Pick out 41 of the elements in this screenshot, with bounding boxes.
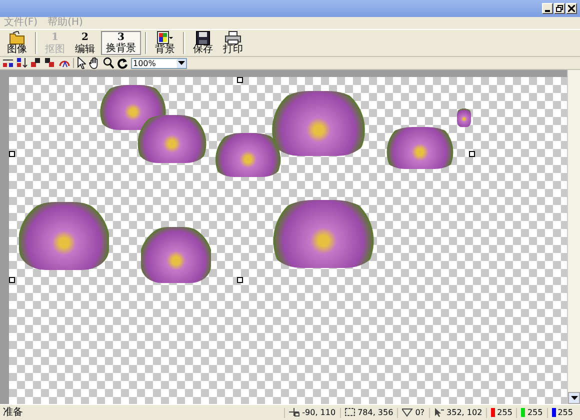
dropdown-arrow-icon[interactable] bbox=[177, 58, 186, 68]
selection-handle[interactable] bbox=[237, 277, 243, 283]
origin-icon bbox=[289, 408, 300, 417]
align-icon[interactable] bbox=[3, 58, 14, 68]
channel-value: 255 bbox=[527, 408, 543, 418]
close-icon bbox=[568, 5, 575, 12]
minimize-button[interactable] bbox=[542, 3, 553, 14]
status-value: -90, 110 bbox=[302, 408, 336, 418]
status-value: 352, 102 bbox=[446, 408, 482, 418]
restore-button[interactable] bbox=[554, 3, 565, 14]
flower-photo bbox=[141, 227, 211, 283]
channel-value: 255 bbox=[497, 408, 512, 418]
selection-handle[interactable] bbox=[469, 151, 475, 157]
toolbar-button[interactable]: 图像 bbox=[3, 31, 31, 55]
pointer-icon[interactable] bbox=[77, 57, 86, 69]
toolbar-button[interactable]: 背景 bbox=[151, 31, 179, 55]
toolbar-button[interactable]: 打印 bbox=[219, 31, 247, 55]
zoom-dropdown[interactable]: 100% bbox=[131, 58, 187, 68]
selection-handle[interactable] bbox=[237, 77, 243, 83]
scroll-down-icon[interactable] bbox=[568, 392, 580, 404]
close-button[interactable] bbox=[566, 3, 577, 14]
toolbar-button[interactable]: 2 编辑 bbox=[71, 31, 99, 55]
status-value: 0? bbox=[415, 408, 425, 418]
status-value: 784, 356 bbox=[358, 408, 394, 418]
folder-icon bbox=[9, 30, 25, 44]
flower-photo bbox=[99, 85, 167, 130]
hand-icon[interactable] bbox=[89, 57, 100, 69]
restore-icon bbox=[556, 5, 563, 12]
rotate-icon[interactable] bbox=[117, 57, 128, 69]
status-message: 准备 bbox=[3, 407, 23, 418]
channel-value: 255 bbox=[558, 408, 573, 418]
vertical-scrollbar[interactable] bbox=[567, 70, 580, 404]
size-icon bbox=[344, 408, 356, 417]
search-icon[interactable] bbox=[103, 57, 114, 69]
flower-photo bbox=[137, 115, 207, 163]
toolbar-button[interactable]: 3 换背景 bbox=[101, 31, 141, 55]
arc-icon[interactable] bbox=[59, 58, 70, 68]
angle-icon bbox=[402, 408, 414, 417]
selection-handle[interactable] bbox=[9, 151, 15, 157]
cursor-icon bbox=[434, 408, 445, 417]
selection-handle[interactable] bbox=[9, 277, 15, 283]
